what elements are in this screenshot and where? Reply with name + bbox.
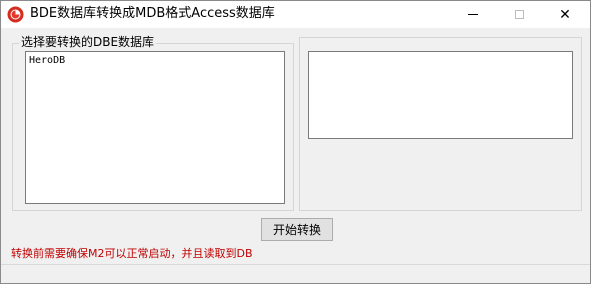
- maximize-button[interactable]: [496, 1, 542, 28]
- status-separator: [1, 264, 590, 265]
- window-title: BDE数据库转换成MDB格式Access数据库: [30, 6, 275, 21]
- minimize-button[interactable]: [450, 1, 496, 28]
- minimize-icon: [468, 14, 478, 15]
- app-logo-icon: [7, 6, 24, 23]
- warning-text: 转换前需要确保M2可以正常启动，并且读取到DB: [11, 247, 253, 260]
- maximize-icon: [514, 10, 524, 19]
- dbe-groupbox-caption: 选择要转换的DBE数据库: [19, 35, 157, 49]
- close-icon: ✕: [559, 6, 571, 23]
- dbe-database-list[interactable]: HeroDB: [25, 51, 285, 204]
- main-window: BDE数据库转换成MDB格式Access数据库 ✕ 选择要转换的DBE数据库 H…: [0, 0, 591, 284]
- title-bar[interactable]: BDE数据库转换成MDB格式Access数据库 ✕: [1, 1, 590, 28]
- start-convert-button[interactable]: 开始转换: [261, 218, 333, 241]
- output-textbox[interactable]: [308, 51, 573, 139]
- list-item[interactable]: HeroDB: [29, 55, 65, 67]
- close-button[interactable]: ✕: [542, 1, 588, 28]
